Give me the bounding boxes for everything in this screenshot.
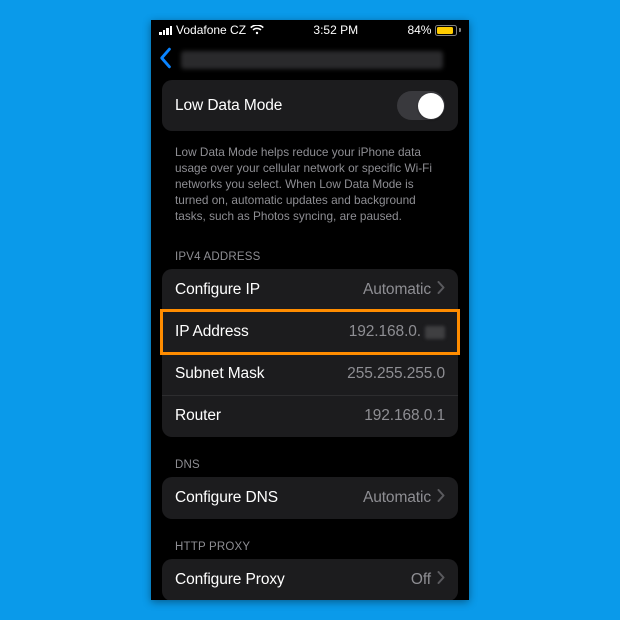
ip-address-redacted: [425, 326, 445, 339]
status-left: Vodafone CZ: [159, 23, 264, 37]
proxy-section-header: HTTP PROXY: [162, 527, 458, 559]
router-value: 192.168.0.1: [364, 407, 445, 425]
low-data-mode-card: Low Data Mode: [162, 80, 458, 131]
router-label: Router: [175, 407, 221, 425]
proxy-card: Configure Proxy Off: [162, 559, 458, 600]
configure-ip-label: Configure IP: [175, 281, 260, 299]
back-button[interactable]: [157, 47, 173, 74]
subnet-mask-label: Subnet Mask: [175, 365, 264, 383]
chevron-right-icon: [437, 571, 445, 589]
status-right: 84%: [407, 23, 461, 37]
subnet-mask-value: 255.255.255.0: [347, 365, 445, 383]
carrier-label: Vodafone CZ: [176, 23, 246, 37]
low-data-mode-toggle[interactable]: [397, 91, 445, 120]
phone-screen: Vodafone CZ 3:52 PM 84% Low Data Mode: [151, 20, 469, 600]
configure-proxy-value: Off: [411, 571, 431, 589]
low-data-mode-description: Low Data Mode helps reduce your iPhone d…: [162, 139, 458, 237]
status-time: 3:52 PM: [313, 23, 358, 37]
configure-dns-value: Automatic: [363, 489, 431, 507]
chevron-right-icon: [437, 489, 445, 507]
settings-content: Low Data Mode Low Data Mode helps reduce…: [151, 80, 469, 600]
dns-card: Configure DNS Automatic: [162, 477, 458, 519]
configure-proxy-label: Configure Proxy: [175, 571, 285, 589]
ip-address-row: IP Address 192.168.0.: [162, 311, 458, 353]
ip-address-value: 192.168.0.: [349, 323, 445, 341]
cellular-signal-icon: [159, 25, 172, 35]
wifi-icon: [250, 25, 264, 35]
low-data-mode-label: Low Data Mode: [175, 97, 282, 115]
low-data-mode-row[interactable]: Low Data Mode: [162, 80, 458, 131]
chevron-right-icon: [437, 281, 445, 299]
configure-dns-label: Configure DNS: [175, 489, 278, 507]
toggle-knob: [418, 93, 444, 119]
subnet-mask-row: Subnet Mask 255.255.255.0: [162, 353, 458, 395]
ipv4-card: Configure IP Automatic IP Address 192.16…: [162, 269, 458, 437]
configure-ip-row[interactable]: Configure IP Automatic: [162, 269, 458, 311]
ipv4-section-header: IPV4 ADDRESS: [162, 237, 458, 269]
status-bar: Vodafone CZ 3:52 PM 84%: [151, 20, 469, 40]
configure-ip-value: Automatic: [363, 281, 431, 299]
dns-section-header: DNS: [162, 445, 458, 477]
nav-title-redacted: [181, 51, 443, 69]
configure-dns-row[interactable]: Configure DNS Automatic: [162, 477, 458, 519]
router-row: Router 192.168.0.1: [162, 395, 458, 437]
battery-icon: [435, 25, 461, 36]
ip-address-label: IP Address: [175, 323, 249, 341]
nav-bar: [151, 40, 469, 80]
battery-percent: 84%: [407, 23, 431, 37]
configure-proxy-row[interactable]: Configure Proxy Off: [162, 559, 458, 600]
